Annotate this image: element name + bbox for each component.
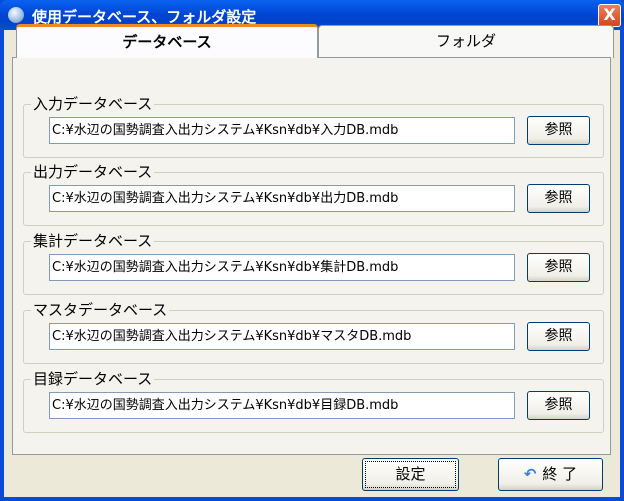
group-master-db: マスタデータベース C:¥水辺の国勢調査入出力システム¥Ksn¥db¥マスタDB… xyxy=(23,301,604,364)
input-db-path-field[interactable]: C:¥水辺の国勢調査入出力システム¥Ksn¥db¥入力DB.mdb xyxy=(49,117,515,144)
group-summary-db: 集計データベース C:¥水辺の国勢調査入出力システム¥Ksn¥db¥集計DB.m… xyxy=(23,232,604,295)
group-input-db: 入力データベース C:¥水辺の国勢調査入出力システム¥Ksn¥db¥入力DB.m… xyxy=(23,95,604,158)
group-label: 目録データベース xyxy=(31,370,155,388)
catalog-db-browse-button[interactable]: 参照 xyxy=(527,391,590,420)
tab-database[interactable]: データベース xyxy=(16,24,318,58)
output-db-browse-button[interactable]: 参照 xyxy=(527,184,590,213)
tab-folder[interactable]: フォルダ xyxy=(318,25,614,58)
app-icon xyxy=(8,7,24,23)
exit-button[interactable]: ↶ 終 了 xyxy=(498,458,603,491)
group-label: マスタデータベース xyxy=(31,301,170,319)
undo-arrow-icon: ↶ xyxy=(523,465,537,483)
dialog-window: 使用データベース、フォルダ設定 X フォルダ データベース 入力データベース C… xyxy=(0,0,624,501)
close-button[interactable]: X xyxy=(598,4,621,27)
master-db-path-field[interactable]: C:¥水辺の国勢調査入出力システム¥Ksn¥db¥マスタDB.mdb xyxy=(49,323,515,350)
window-border-right xyxy=(620,30,624,501)
catalog-db-path-field[interactable]: C:¥水辺の国勢調査入出力システム¥Ksn¥db¥目録DB.mdb xyxy=(49,392,515,419)
exit-label: 終 了 xyxy=(542,465,578,483)
summary-db-browse-button[interactable]: 参照 xyxy=(527,253,590,282)
group-label: 出力データベース xyxy=(31,163,155,181)
window-border-left xyxy=(0,30,4,501)
input-db-browse-button[interactable]: 参照 xyxy=(527,116,590,145)
window-border-bottom xyxy=(0,497,624,501)
group-label: 集計データベース xyxy=(31,232,155,250)
group-label: 入力データベース xyxy=(31,95,155,113)
master-db-browse-button[interactable]: 参照 xyxy=(527,322,590,351)
group-catalog-db: 目録データベース C:¥水辺の国勢調査入出力システム¥Ksn¥db¥目録DB.m… xyxy=(23,370,604,433)
output-db-path-field[interactable]: C:¥水辺の国勢調査入出力システム¥Ksn¥db¥出力DB.mdb xyxy=(49,185,515,212)
summary-db-path-field[interactable]: C:¥水辺の国勢調査入出力システム¥Ksn¥db¥集計DB.mdb xyxy=(49,254,515,281)
set-button[interactable]: 設定 xyxy=(362,458,459,491)
group-output-db: 出力データベース C:¥水辺の国勢調査入出力システム¥Ksn¥db¥出力DB.m… xyxy=(23,163,604,226)
